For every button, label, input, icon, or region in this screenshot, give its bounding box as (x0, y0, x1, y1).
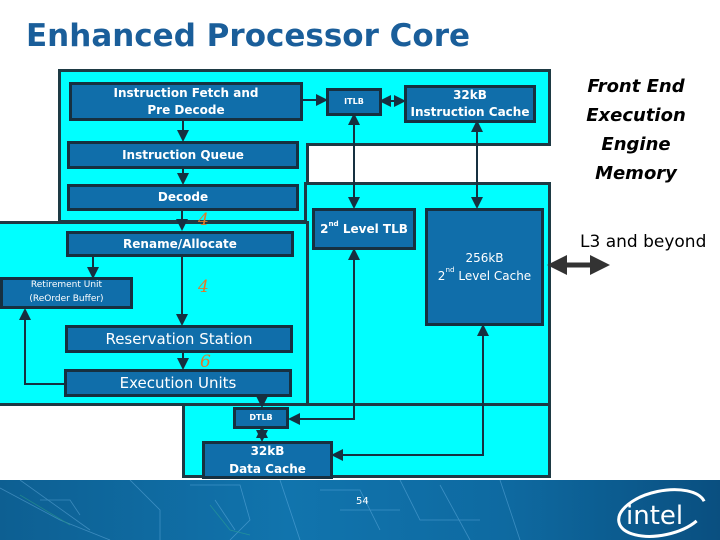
width-decode-rename: 4 (198, 210, 209, 230)
dcache-line1: 32kB (250, 444, 285, 458)
decode-block: Decode (67, 184, 299, 211)
legend-front-end: Front End (587, 76, 685, 97)
l2cache-sup: nd (445, 265, 455, 274)
retire-line1: Retirement Unit (30, 280, 103, 291)
exec-to-retire (19, 308, 65, 385)
intel-logo: intel (617, 488, 707, 538)
itlb-block: ITLB (326, 88, 382, 116)
l2cache-rest: Level Cache (454, 269, 532, 283)
instruction-fetch-block: Instruction Fetch and Pre Decode (69, 82, 303, 121)
l2-cache-block: 256kB 2nd Level Cache (425, 208, 544, 326)
l2tlb-rest: Level TLB (338, 221, 408, 236)
reservation-station-block: Reservation Station (65, 325, 293, 353)
exec-label: Execution Units (119, 373, 237, 392)
footer-banner: intel (0, 480, 720, 540)
l2cache-line1: 256kB (465, 251, 504, 265)
dtlb-label: DTLB (249, 412, 273, 422)
decode-label: Decode (157, 190, 209, 205)
width-rename-rs: 4 (198, 277, 209, 297)
l3-label: L3 and beyond (580, 232, 707, 252)
legend-engine: Engine (601, 134, 671, 155)
legend-execution: Execution (586, 105, 686, 126)
fetch-line2: Pre Decode (147, 102, 225, 117)
execution-units-block: Execution Units (64, 369, 292, 397)
rename-label: Rename/Allocate (123, 236, 237, 251)
fetch-line1: Instruction Fetch and (113, 86, 259, 101)
icache-line1: 32kB (453, 87, 487, 102)
data-cache-block: 32kB Data Cache (202, 441, 333, 479)
instruction-cache-block: 32kB Instruction Cache (404, 85, 536, 123)
icache-line2: Instruction Cache (410, 105, 530, 119)
l2cache-line2: 2nd Level Cache (438, 265, 532, 285)
page-number: 54 (356, 496, 369, 507)
dcache-line2: Data Cache (229, 462, 306, 476)
rs-label: Reservation Station (105, 329, 253, 348)
legend-memory: Memory (595, 163, 677, 184)
l2cache-to-dcache (331, 324, 489, 461)
width-rs-exec: 6 (200, 352, 211, 372)
retire-line2: (ReOrder Buffer) (29, 294, 104, 304)
l2tlb-label: 2nd Level TLB (320, 218, 408, 237)
queue-label: Instruction Queue (122, 147, 244, 162)
instruction-queue-block: Instruction Queue (67, 141, 299, 169)
rename-allocate-block: Rename/Allocate (66, 231, 294, 257)
itlb-label: ITLB (344, 96, 364, 106)
l2-tlb-block: 2nd Level TLB (312, 208, 416, 250)
retirement-unit-block: Retirement Unit (ReOrder Buffer) (0, 277, 133, 309)
legend: Front End Execution Engine Memory (566, 72, 706, 188)
intel-logo-text: intel (626, 501, 683, 531)
l2tlb-to-dtlb (288, 248, 360, 425)
l2tlb-sup: nd (328, 218, 339, 228)
dtlb-block: DTLB (233, 407, 289, 429)
